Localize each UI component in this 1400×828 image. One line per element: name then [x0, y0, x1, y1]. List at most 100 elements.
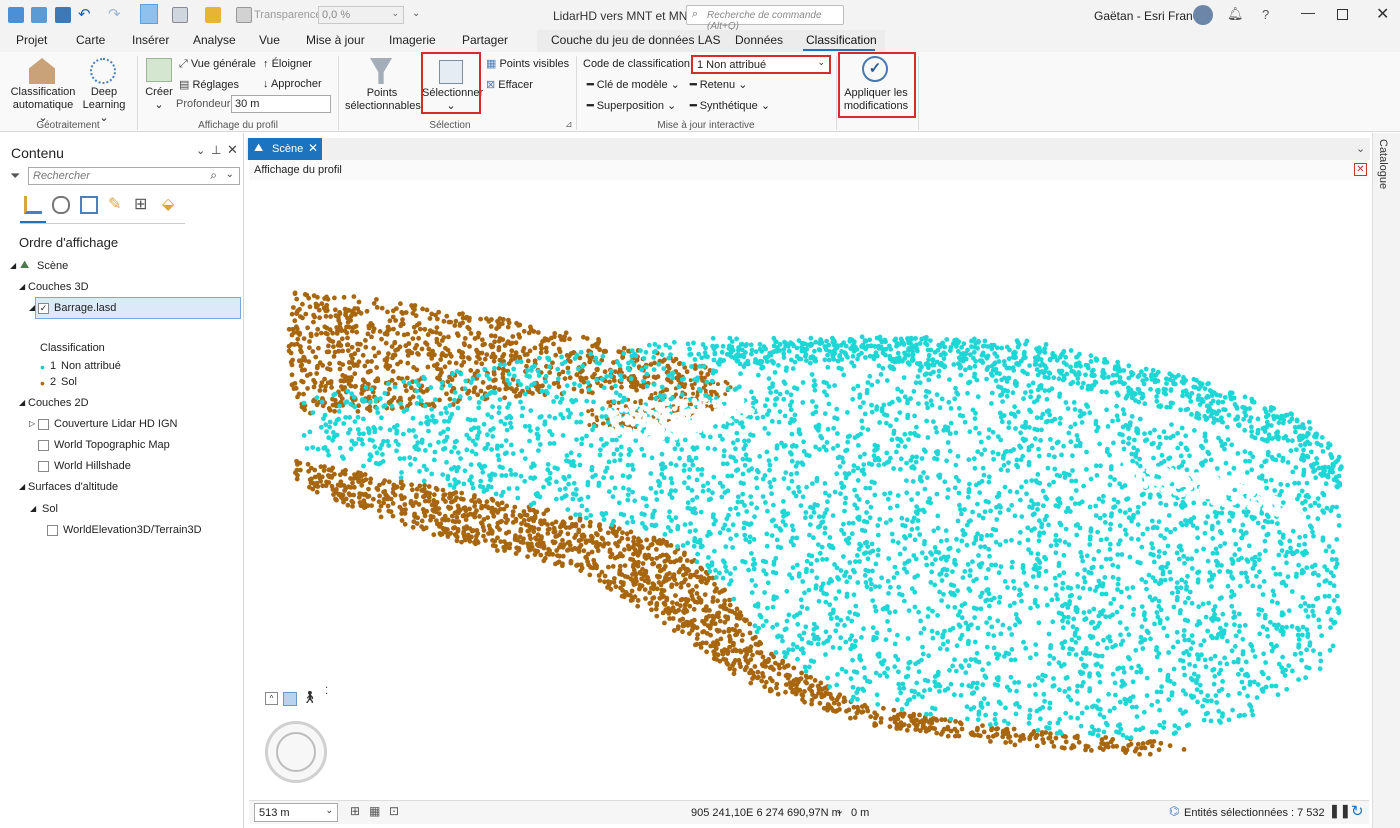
- ribbon-separator: [918, 56, 919, 130]
- terrain-checkbox[interactable]: [47, 525, 58, 536]
- expand-scene-icon[interactable]: ◢: [10, 261, 16, 270]
- scene-view-tab[interactable]: ⛰︎ Scène ✕: [248, 138, 322, 160]
- maximize-icon[interactable]: [1337, 9, 1348, 20]
- scale-dropdown[interactable]: 513 m ⌄: [254, 803, 338, 822]
- command-search[interactable]: ⌕ Recherche de commande (Alt+Q): [686, 5, 844, 32]
- synthetic-button[interactable]: ━ Synthétique ⌄: [690, 99, 770, 112]
- tree-elevation-surfaces[interactable]: Surfaces d'altitude: [28, 481, 118, 493]
- expand-elevation-icon[interactable]: ◢: [19, 482, 25, 491]
- las-layer-checkbox[interactable]: ✓: [38, 303, 49, 314]
- overview-button[interactable]: ⤢ Vue générale: [179, 58, 256, 71]
- undo-icon[interactable]: ↶: [78, 5, 91, 23]
- group-profile-label: Affichage du profil: [198, 120, 278, 131]
- more-tools-icon[interactable]: ⁚: [325, 686, 328, 697]
- layer-2d-checkbox[interactable]: [38, 461, 49, 472]
- class-code-dropdown[interactable]: 1 Non attribué ⌄: [691, 55, 831, 74]
- selected-features-count[interactable]: Entités sélectionnées : 7 532: [1184, 807, 1325, 819]
- expand-ground-icon[interactable]: ◢: [30, 504, 36, 513]
- terrain-name[interactable]: WorldElevation3D/Terrain3D: [63, 524, 202, 536]
- layer-2d-checkbox[interactable]: [38, 440, 49, 451]
- settings-button[interactable]: ▤ Réglages: [179, 78, 239, 91]
- list-by-snapping-icon[interactable]: ⊞: [134, 194, 147, 214]
- tab-donnees[interactable]: Données: [735, 33, 783, 47]
- grid-icon[interactable]: ▦: [369, 804, 380, 818]
- pane-options-icon[interactable]: ⌄: [196, 144, 205, 157]
- overlap-button[interactable]: ━ Superposition ⌄: [587, 99, 676, 112]
- visible-points-button[interactable]: ▦ Points visibles: [486, 57, 569, 70]
- layer-2d-name[interactable]: World Hillshade: [54, 460, 131, 472]
- close-tab-icon[interactable]: ✕: [308, 141, 318, 155]
- select-tool-icon[interactable]: [172, 7, 188, 23]
- navigator-icon[interactable]: [265, 721, 327, 783]
- customize-toolbar-icon[interactable]: ⌄: [412, 8, 420, 19]
- avatar[interactable]: [1193, 5, 1213, 25]
- full-extent-icon[interactable]: [283, 692, 297, 706]
- notification-bell-icon[interactable]: 🔔︎: [1227, 6, 1244, 22]
- redo-icon[interactable]: ↷: [108, 5, 121, 23]
- las-layer-name[interactable]: Barrage.lasd: [54, 302, 116, 314]
- tab-carte[interactable]: Carte: [76, 33, 105, 47]
- contents-search-input[interactable]: Rechercher ⌕ ⌄: [28, 167, 240, 185]
- snapping-icon[interactable]: ⊡: [389, 804, 399, 818]
- close-pane-icon[interactable]: ✕: [227, 142, 238, 158]
- scene-tab-label: Scène: [272, 143, 304, 155]
- view-tab-menu-icon[interactable]: ⌄: [1356, 142, 1365, 155]
- tab-mise-a-jour[interactable]: Mise à jour: [306, 33, 365, 47]
- filter-icon[interactable]: ⏷: [10, 168, 20, 184]
- withheld-button[interactable]: ━ Retenu ⌄: [690, 78, 747, 91]
- tree-3d-layers[interactable]: Couches 3D: [28, 281, 89, 293]
- close-profile-icon[interactable]: ✕: [1354, 163, 1367, 176]
- layer-2d-name[interactable]: Couverture Lidar HD IGN: [54, 418, 178, 430]
- close-icon[interactable]: ✕: [1376, 4, 1389, 24]
- transparency-field[interactable]: 0,0 % ⌄: [318, 6, 404, 24]
- scene-view[interactable]: ^ 🚶︎ ⁚: [249, 180, 1369, 800]
- catalog-tab[interactable]: Catalogue: [1377, 139, 1397, 199]
- new-project-icon[interactable]: [8, 7, 24, 23]
- pause-icon[interactable]: ❚❚: [1329, 803, 1351, 819]
- minimize-icon[interactable]: —: [1301, 4, 1315, 20]
- save-icon[interactable]: [55, 7, 71, 23]
- add-data-icon[interactable]: [205, 7, 221, 23]
- refresh-icon[interactable]: ↻: [1351, 802, 1364, 820]
- selectable-points-button[interactable]: Points sélectionnables: [345, 87, 421, 113]
- tab-inserer[interactable]: Insérer: [132, 33, 169, 47]
- approach-button[interactable]: ↓ Approcher: [263, 78, 322, 90]
- clear-selection-button[interactable]: ⊠ Effacer: [486, 78, 533, 91]
- transparency-icon[interactable]: [236, 7, 252, 23]
- collapse-navigator-icon[interactable]: ^: [265, 692, 278, 705]
- tree-scene[interactable]: Scène: [37, 260, 68, 272]
- list-by-selection-icon[interactable]: [80, 196, 98, 214]
- pin-icon[interactable]: ⊥: [211, 143, 221, 157]
- list-by-source-icon[interactable]: [52, 196, 70, 214]
- move-away-button[interactable]: ↑ Éloigner: [263, 58, 312, 70]
- dialog-launcher-icon[interactable]: ⊿: [565, 119, 573, 130]
- depth-input[interactable]: 30 m: [231, 95, 331, 113]
- tab-vue[interactable]: Vue: [259, 33, 280, 47]
- navigate-tool-icon[interactable]: [140, 4, 158, 24]
- list-by-drawing-order-icon[interactable]: [24, 196, 42, 214]
- layer-2d-name[interactable]: World Topographic Map: [54, 439, 170, 451]
- layer-2d-checkbox[interactable]: [38, 419, 49, 430]
- tab-analyse[interactable]: Analyse: [193, 33, 236, 47]
- coord-format-icon[interactable]: ⌄: [835, 804, 844, 817]
- user-name[interactable]: Gaëtan - Esri France: [1094, 9, 1205, 23]
- model-key-button[interactable]: ━ Clé de modèle ⌄: [587, 78, 680, 91]
- add-bookmark-icon[interactable]: ⊞: [350, 804, 360, 818]
- expand-2d-icon[interactable]: ◢: [19, 398, 25, 407]
- profile-create-button[interactable]: Créer ⌄: [142, 86, 176, 112]
- tab-partager[interactable]: Partager: [462, 33, 508, 47]
- tree-2d-layers[interactable]: Couches 2D: [28, 397, 89, 409]
- point-cloud[interactable]: [249, 180, 1369, 800]
- tab-classification[interactable]: Classification: [806, 33, 877, 47]
- tree-ground[interactable]: Sol: [42, 503, 58, 515]
- expand-lidar-coverage-icon[interactable]: ▷: [29, 419, 35, 428]
- tab-las-layer[interactable]: Couche du jeu de données LAS: [551, 33, 720, 47]
- list-by-labeling-icon[interactable]: ⬙: [162, 194, 174, 214]
- first-person-icon[interactable]: 🚶︎: [302, 690, 317, 704]
- help-icon[interactable]: ?: [1262, 7, 1269, 22]
- list-by-editing-icon[interactable]: ✎: [108, 194, 121, 214]
- tab-imagerie[interactable]: Imagerie: [389, 33, 436, 47]
- expand-3d-icon[interactable]: ◢: [19, 282, 25, 291]
- open-folder-icon[interactable]: [31, 7, 47, 23]
- tab-projet[interactable]: Projet: [16, 33, 47, 47]
